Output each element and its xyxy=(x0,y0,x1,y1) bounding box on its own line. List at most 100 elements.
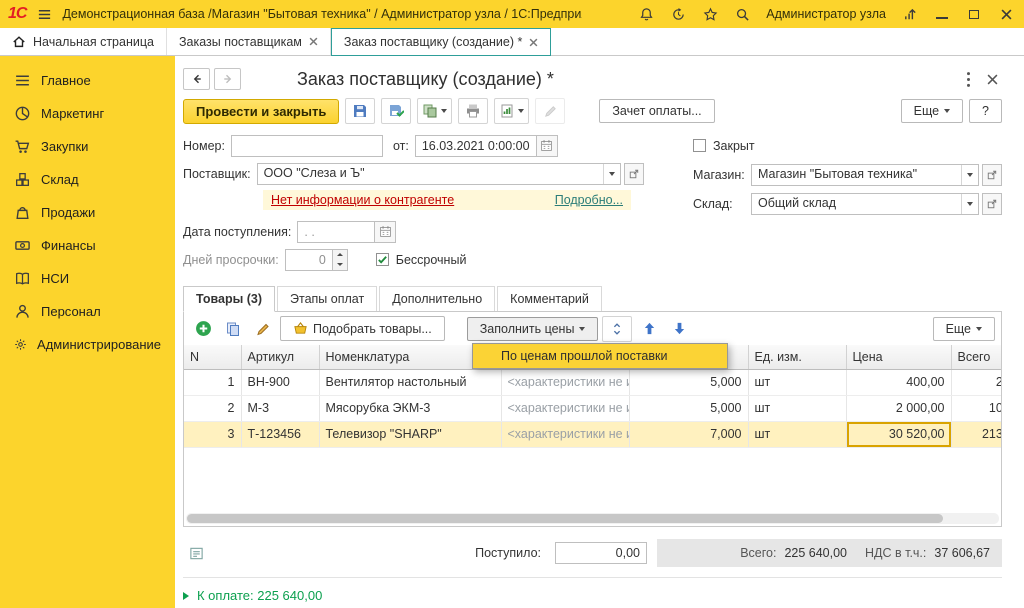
table-row-selected[interactable]: 3 Т-123456 Телевизор "SHARP" <характерис… xyxy=(184,421,1001,447)
supplier-combo[interactable]: ООО "Слеза и Ъ" xyxy=(257,163,621,185)
connection-speed-icon[interactable] xyxy=(900,4,920,24)
add-row-button[interactable] xyxy=(190,317,216,341)
forward-button[interactable] xyxy=(214,68,241,90)
search-icon[interactable] xyxy=(732,4,752,24)
tab-close-icon[interactable] xyxy=(309,37,318,46)
sidebar-item-finance[interactable]: Финансы xyxy=(0,229,175,262)
spinner-buttons[interactable] xyxy=(333,249,348,271)
notifications-bell-icon[interactable] xyxy=(636,4,656,24)
maximize-button[interactable] xyxy=(964,4,984,24)
focused-price-cell[interactable]: 30 520,00 xyxy=(846,421,951,447)
edit-row-button[interactable] xyxy=(250,317,276,341)
open-warehouse-button[interactable] xyxy=(982,193,1002,215)
close-window-button[interactable] xyxy=(996,4,1016,24)
termless-checkbox[interactable]: Бессрочный xyxy=(376,253,467,267)
to-pay-row: К оплате: 225 640,00 xyxy=(183,577,1002,607)
help-button[interactable]: ? xyxy=(969,99,1002,123)
copy-row-button[interactable] xyxy=(220,317,246,341)
banknote-icon xyxy=(14,237,31,254)
open-shop-button[interactable] xyxy=(982,164,1002,186)
move-row-up-button[interactable] xyxy=(636,317,662,341)
pie-chart-icon xyxy=(14,105,31,122)
tab-payment-stages[interactable]: Этапы оплат xyxy=(277,286,377,311)
minimize-button[interactable] xyxy=(932,4,952,24)
col-n[interactable]: N xyxy=(184,345,241,369)
table-more-button[interactable]: Еще xyxy=(933,317,995,341)
sidebar-item-sales[interactable]: Продажи xyxy=(0,196,175,229)
dropdown-caret-icon xyxy=(518,109,524,113)
sidebar-item-warehouse[interactable]: Склад xyxy=(0,163,175,196)
chevron-down-icon[interactable] xyxy=(961,194,978,214)
col-article[interactable]: Артикул xyxy=(241,345,319,369)
to-pay-text[interactable]: К оплате: 225 640,00 xyxy=(197,588,322,603)
sidebar-item-nsi[interactable]: НСИ xyxy=(0,262,175,295)
document-page-tabs: Товары (3) Этапы оплат Дополнительно Ком… xyxy=(183,284,1002,312)
col-price[interactable]: Цена xyxy=(846,345,951,369)
tab-comment[interactable]: Комментарий xyxy=(497,286,602,311)
edit-button-disabled[interactable] xyxy=(535,98,565,124)
arrow-left-icon xyxy=(191,73,203,85)
tab-supplier-orders-list[interactable]: Заказы поставщикам xyxy=(167,28,331,55)
sidebar-item-personnel[interactable]: Персонал xyxy=(0,295,175,328)
chevron-down-icon[interactable] xyxy=(603,164,620,184)
titlebar-actions: Администратор узла xyxy=(636,4,1016,24)
print-button[interactable] xyxy=(458,98,488,124)
sidebar-item-purchases[interactable]: Закупки xyxy=(0,130,175,163)
table-row[interactable]: 1 ВН-900 Вентилятор настольный <характер… xyxy=(184,369,1001,395)
sort-rows-button[interactable] xyxy=(602,316,632,342)
warning-text[interactable]: Нет информации о контрагенте xyxy=(271,193,454,207)
create-based-on-button[interactable] xyxy=(417,98,452,124)
closed-checkbox[interactable]: Закрыт xyxy=(693,134,1002,157)
doc-date-input[interactable] xyxy=(415,135,537,157)
calendar-icon[interactable] xyxy=(375,221,396,243)
table-row[interactable]: 2 М-3 Мясорубка ЭКМ-3 <характеристики не… xyxy=(184,395,1001,421)
close-document-icon[interactable] xyxy=(987,74,998,85)
pick-goods-button[interactable]: Подобрать товары... xyxy=(280,316,445,341)
warehouse-combo[interactable]: Общий склад xyxy=(751,193,979,215)
col-total[interactable]: Всего xyxy=(951,345,1001,369)
list-summary-icon[interactable] xyxy=(183,541,209,565)
fill-prices-button[interactable]: Заполнить цены xyxy=(467,317,599,341)
menu-item-last-delivery-prices[interactable]: По ценам прошлой поставки xyxy=(473,344,727,368)
goods-table-panel: Подобрать товары... Заполнить цены xyxy=(183,312,1002,527)
scrollbar-thumb[interactable] xyxy=(187,514,943,523)
open-supplier-button[interactable] xyxy=(624,163,644,185)
tab-additional[interactable]: Дополнительно xyxy=(379,286,495,311)
tab-label: Заказы поставщикам xyxy=(179,35,302,49)
horizontal-scrollbar[interactable] xyxy=(186,513,999,524)
number-input[interactable] xyxy=(231,135,383,157)
sidebar-item-marketing[interactable]: Маркетинг xyxy=(0,97,175,130)
main-menu-icon[interactable] xyxy=(34,4,54,24)
chevron-down-icon[interactable] xyxy=(961,165,978,185)
tab-close-icon[interactable] xyxy=(529,38,538,47)
tab-home[interactable]: Начальная страница xyxy=(0,28,167,55)
diskette-icon xyxy=(352,103,368,119)
back-button[interactable] xyxy=(183,68,210,90)
tab-goods[interactable]: Товары (3) xyxy=(183,286,275,312)
overdue-days-input[interactable] xyxy=(285,249,333,271)
sidebar-item-main[interactable]: Главное xyxy=(0,64,175,97)
save-and-post-button[interactable] xyxy=(381,98,411,124)
favorites-star-icon[interactable] xyxy=(700,4,720,24)
sidebar-item-administration[interactable]: Администрирование xyxy=(0,328,175,361)
tab-supplier-order-create[interactable]: Заказ поставщику (создание) * xyxy=(331,28,551,56)
post-and-close-button[interactable]: Провести и закрыть xyxy=(183,99,339,124)
shop-combo[interactable]: Магазин "Бытовая техника" xyxy=(751,164,979,186)
reports-button[interactable] xyxy=(494,98,529,124)
more-actions-button[interactable]: Еще xyxy=(901,99,963,123)
received-input[interactable] xyxy=(555,542,647,564)
form-right-column: Закрыт Магазин: Магазин "Бытовая техника… xyxy=(693,134,1002,221)
history-icon[interactable] xyxy=(668,4,688,24)
col-unit[interactable]: Ед. изм. xyxy=(748,345,846,369)
total-label: Всего: xyxy=(740,546,776,560)
calendar-icon[interactable] xyxy=(537,135,558,157)
save-button[interactable] xyxy=(345,98,375,124)
move-row-down-button[interactable] xyxy=(666,317,692,341)
expander-chevron-icon[interactable] xyxy=(183,592,189,600)
vat-value: 37 606,67 xyxy=(934,546,990,560)
receipt-date-input[interactable] xyxy=(297,221,375,243)
current-user[interactable]: Администратор узла xyxy=(766,7,886,21)
payment-offset-button[interactable]: Зачет оплаты... xyxy=(599,99,714,123)
kebab-menu-icon[interactable] xyxy=(966,71,971,88)
details-link[interactable]: Подробно... xyxy=(555,193,623,207)
